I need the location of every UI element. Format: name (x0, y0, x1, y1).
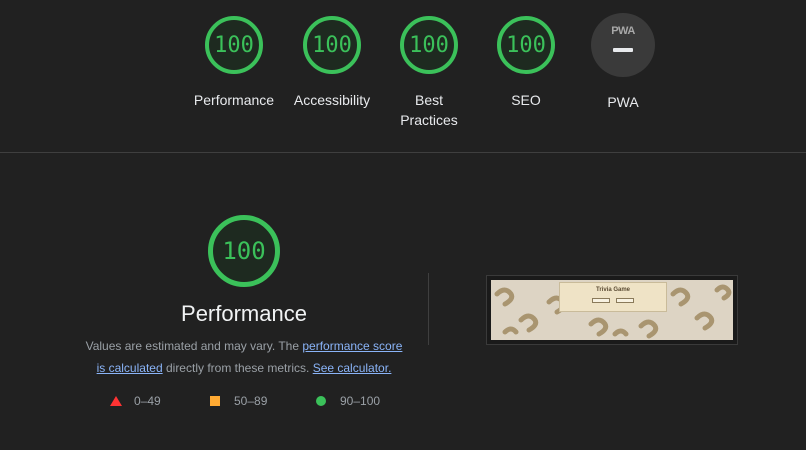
vertical-divider (428, 273, 429, 345)
gauge-label: Best Practices (400, 92, 458, 128)
thumb-button (616, 298, 634, 303)
trivia-card: Trivia Game (559, 282, 667, 312)
trivia-title: Trivia Game (595, 287, 631, 293)
gauge-label: Accessibility (293, 92, 371, 108)
performance-score: 100 (222, 237, 266, 265)
final-screenshot[interactable]: Trivia Game (486, 275, 738, 345)
pwa-dash-icon (613, 48, 633, 52)
square-icon (210, 396, 220, 406)
score-value: 100 (214, 32, 254, 58)
thumb-button (592, 298, 610, 303)
performance-description: Values are estimated and may vary. The p… (80, 335, 408, 379)
score-value: 100 (312, 32, 352, 58)
gauge-seo[interactable]: 100 SEO (481, 16, 571, 110)
legend-average: 50–89 (210, 394, 267, 408)
gauge-accessibility[interactable]: 100 Accessibility (287, 16, 377, 110)
legend-fail: 0–49 (110, 394, 161, 408)
legend-range: 90–100 (340, 394, 381, 408)
pwa-logo-icon: PWA (611, 25, 635, 37)
pwa-badge: PWA (591, 13, 655, 77)
performance-score-gauge: 100 (208, 215, 280, 287)
gauge-best-practices[interactable]: 100 Best Practices (384, 16, 474, 130)
triangle-icon (110, 396, 122, 406)
desc-text: directly from these metrics. (162, 361, 313, 375)
screenshot-image: Trivia Game (491, 280, 733, 340)
see-calculator-link[interactable]: See calculator. (313, 361, 392, 375)
legend-range: 50–89 (234, 394, 268, 408)
score-value: 100 (409, 32, 449, 58)
gauge-pwa[interactable]: PWA PWA (578, 13, 668, 112)
score-ring: 100 (205, 16, 263, 74)
score-ring: 100 (400, 16, 458, 74)
performance-section: 100 Performance Values are estimated and… (0, 153, 806, 450)
score-legend: 0–49 50–89 90–100 (0, 394, 806, 414)
legend-pass: 90–100 (316, 394, 380, 408)
gauge-performance[interactable]: 100 Performance (189, 16, 279, 110)
performance-title: Performance (181, 301, 307, 326)
score-ring: 100 (303, 16, 361, 74)
legend-range: 0–49 (134, 394, 161, 408)
desc-text: Values are estimated and may vary. The (85, 339, 303, 353)
gauge-label: Performance (193, 92, 275, 108)
circle-icon (316, 396, 326, 406)
gauge-label: PWA (607, 94, 639, 110)
score-ring: 100 (497, 16, 555, 74)
gauge-label: SEO (511, 92, 541, 108)
summary-gauges: 100 Performance 100 Accessibility 100 Be… (0, 0, 806, 152)
score-value: 100 (506, 32, 546, 58)
